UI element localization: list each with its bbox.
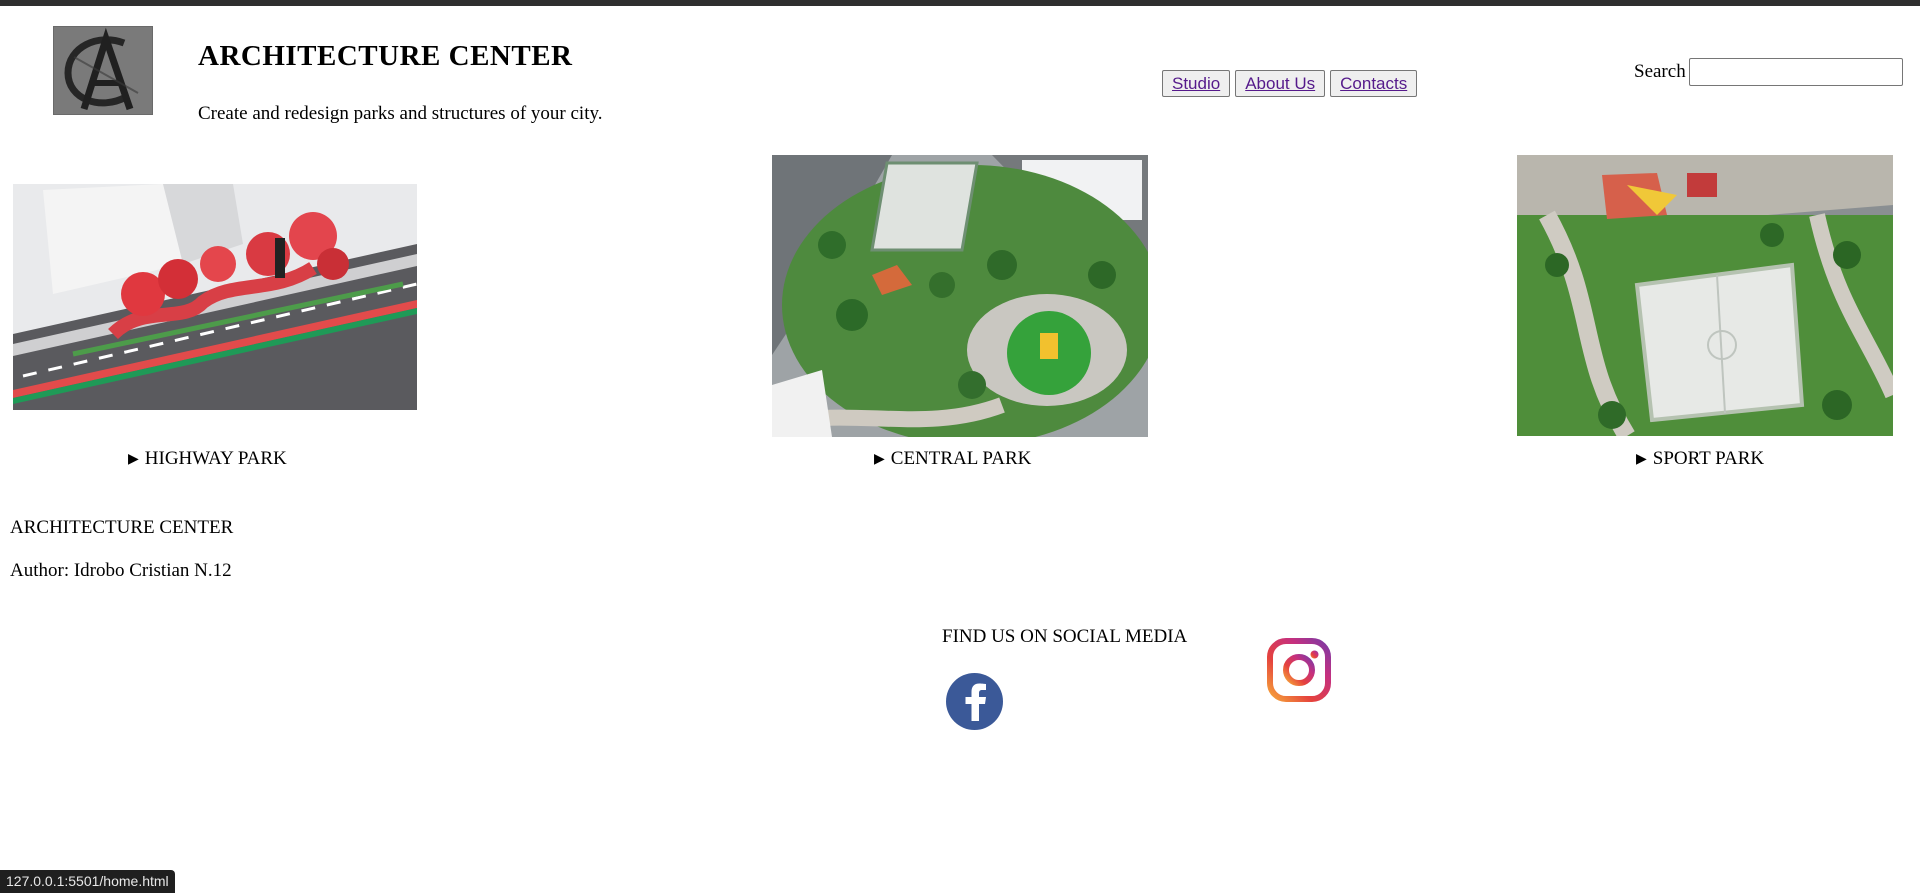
browser-top-bar: [0, 0, 1920, 6]
park-label: CENTRAL PARK: [890, 448, 1032, 469]
nav-about-us-button[interactable]: About Us: [1235, 70, 1326, 97]
status-bar-url: 127.0.0.1:5501/home.html: [0, 870, 175, 893]
instagram-glyph: [1267, 638, 1331, 702]
park-toggle-central[interactable]: ▶ CENTRAL PARK: [874, 448, 1031, 470]
park-label: HIGHWAY PARK: [144, 448, 287, 469]
logo-mark-icon: [54, 27, 152, 114]
page-title: ARCHITECTURE CENTER: [198, 40, 573, 72]
footer-title: ARCHITECTURE CENTER: [10, 517, 234, 538]
search-input[interactable]: [1688, 58, 1903, 86]
logo: [53, 26, 153, 115]
main-nav: Studio About Us Contacts: [1162, 70, 1418, 97]
facebook-f-glyph: [965, 683, 986, 721]
disclosure-triangle-icon: ▶: [874, 452, 885, 467]
footer-author: Author: Idrobo Cristian N.12: [10, 560, 232, 581]
central-park-image: [772, 155, 1148, 437]
sport-park-image: [1517, 155, 1893, 436]
disclosure-triangle-icon: ▶: [128, 452, 139, 467]
disclosure-triangle-icon: ▶: [1636, 452, 1647, 467]
search-label: Search: [1634, 61, 1686, 82]
park-label: SPORT PARK: [1652, 448, 1765, 469]
park-toggle-highway[interactable]: ▶ HIGHWAY PARK: [128, 448, 287, 470]
park-toggle-sport[interactable]: ▶ SPORT PARK: [1636, 448, 1764, 470]
facebook-icon[interactable]: [946, 673, 1003, 730]
instagram-icon[interactable]: [1266, 637, 1332, 703]
tagline: Create and redesign parks and structures…: [198, 103, 603, 124]
social-heading: FIND US ON SOCIAL MEDIA: [942, 626, 1188, 647]
nav-contacts-button[interactable]: Contacts: [1330, 70, 1418, 97]
nav-studio-button[interactable]: Studio: [1162, 70, 1231, 97]
highway-park-image: [13, 184, 417, 410]
search-box: Search: [1634, 58, 1903, 86]
